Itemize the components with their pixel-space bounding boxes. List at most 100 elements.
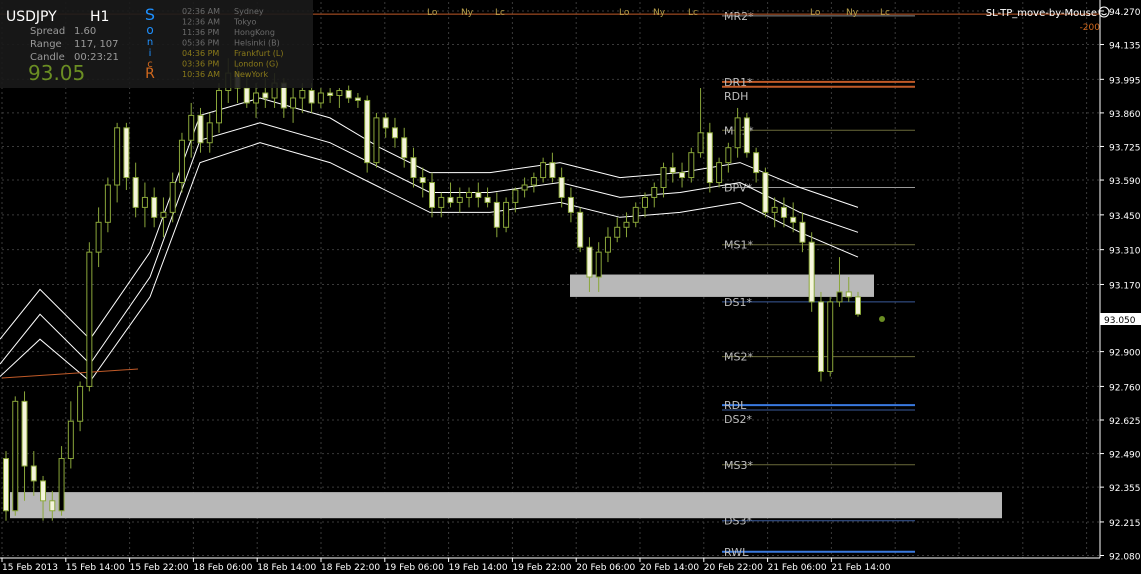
y-tick-label: 92.080 bbox=[1109, 553, 1141, 563]
price-chart[interactable]: MR2*DR1*RDHMR1*DPV*MS1*DS1*MS2*RDLDS2*MS… bbox=[0, 0, 1141, 574]
y-tick-label: 94.270 bbox=[1109, 8, 1141, 18]
sonic-letter: i bbox=[149, 48, 152, 59]
candle-body bbox=[188, 114, 195, 141]
candle-body bbox=[530, 177, 537, 186]
level-label: DS3* bbox=[724, 515, 752, 528]
candle-body bbox=[642, 196, 648, 208]
session-marker: Lo bbox=[427, 8, 438, 18]
y-tick-label: 92.900 bbox=[1109, 349, 1141, 359]
y-tick-label: 92.215 bbox=[1109, 519, 1141, 529]
session-time: 12:36 AM bbox=[182, 18, 220, 27]
x-tick-label: 20 Feb 14:00 bbox=[640, 563, 699, 573]
candle-body bbox=[679, 172, 686, 179]
x-tick-label: 15 Feb 14:00 bbox=[66, 563, 125, 573]
support-zone bbox=[10, 492, 1002, 519]
candle-body bbox=[141, 196, 148, 208]
candle-body bbox=[716, 162, 723, 184]
session-marker: Lc bbox=[688, 8, 698, 18]
candle-body bbox=[40, 480, 47, 502]
y-tick-label: 92.760 bbox=[1109, 383, 1141, 393]
session-name: Sydney bbox=[234, 7, 264, 16]
candle-body bbox=[123, 127, 130, 179]
session-name: Helsinki (B) bbox=[234, 39, 280, 48]
level-label: RWL bbox=[724, 546, 749, 559]
y-tick-label: 93.310 bbox=[1109, 247, 1141, 257]
candle-body bbox=[77, 385, 84, 422]
x-tick-label: 19 Feb 06:00 bbox=[385, 563, 444, 573]
spread-label: Spread bbox=[30, 26, 65, 37]
y-tick-label: 93.450 bbox=[1109, 212, 1141, 222]
candle-body bbox=[30, 465, 37, 482]
candle-body bbox=[780, 206, 787, 218]
candle-body bbox=[549, 162, 556, 179]
indicator-value: -200 bbox=[1080, 23, 1101, 33]
candle-body bbox=[95, 221, 102, 253]
candle-body bbox=[753, 152, 760, 174]
candle-body bbox=[577, 211, 584, 248]
candle-body bbox=[503, 201, 510, 228]
candle-body bbox=[160, 211, 167, 218]
candle-body bbox=[595, 251, 602, 278]
candle-body bbox=[49, 500, 56, 512]
candle-body bbox=[373, 117, 380, 164]
range-value: 117, 107 bbox=[74, 39, 119, 50]
candle-body bbox=[697, 132, 704, 154]
candle-body bbox=[586, 246, 593, 278]
candle-body bbox=[669, 167, 676, 174]
candle-body bbox=[151, 196, 158, 218]
candle-body bbox=[688, 152, 695, 179]
candle-body bbox=[762, 172, 769, 213]
session-name: HongKong bbox=[234, 28, 275, 37]
level-label: MS2* bbox=[724, 351, 753, 364]
y-tick-label: 93.170 bbox=[1109, 281, 1141, 291]
x-tick-label: 20 Feb 06:00 bbox=[576, 563, 635, 573]
session-name: NewYork bbox=[234, 70, 268, 79]
y-tick-label: 93.590 bbox=[1109, 177, 1141, 187]
candle-body bbox=[327, 92, 334, 96]
candle-body bbox=[493, 201, 500, 228]
candle-body bbox=[484, 196, 491, 203]
candle-body bbox=[262, 92, 269, 99]
x-tick-label: 18 Feb 22:00 bbox=[321, 563, 380, 573]
session-marker: Lc bbox=[880, 8, 890, 18]
candle-body bbox=[827, 301, 834, 373]
candle-body bbox=[104, 184, 111, 223]
candle-body bbox=[855, 296, 861, 315]
candle-body bbox=[243, 87, 250, 104]
x-tick-label: 19 Feb 22:00 bbox=[512, 563, 571, 573]
level-label: MS3* bbox=[724, 459, 753, 472]
candle-body bbox=[178, 139, 185, 184]
y-tick-label: 92.355 bbox=[1109, 484, 1141, 494]
candle-body bbox=[651, 186, 658, 198]
session-marker: Lc bbox=[495, 8, 505, 18]
y-tick-label: 93.725 bbox=[1109, 143, 1141, 153]
y-tick-label: 93.995 bbox=[1109, 76, 1141, 86]
session-marker: Ny bbox=[846, 8, 859, 18]
sonic-letter: R bbox=[145, 66, 155, 82]
session-time: 02:36 AM bbox=[182, 7, 220, 16]
current-price-large: 93.05 bbox=[28, 61, 85, 85]
session-time: 05:36 PM bbox=[182, 39, 219, 48]
candle-body bbox=[799, 221, 806, 243]
candle-body bbox=[790, 216, 797, 223]
session-marker: Ny bbox=[461, 8, 474, 18]
level-label: DPV* bbox=[724, 181, 753, 194]
session-time: 10:36 AM bbox=[182, 70, 220, 79]
price-marker-dot[interactable] bbox=[879, 316, 885, 322]
x-tick-label: 20 Feb 22:00 bbox=[704, 563, 763, 573]
session-time: 03:36 PM bbox=[182, 60, 219, 69]
candle-body bbox=[114, 127, 121, 186]
x-tick-label: 15 Feb 2013 bbox=[2, 563, 58, 573]
candle-body bbox=[614, 226, 621, 238]
candle-body bbox=[253, 92, 260, 104]
session-marker: Lo bbox=[619, 8, 630, 18]
session-time: 04:36 PM bbox=[182, 49, 219, 58]
candle-body bbox=[540, 162, 547, 179]
level-label: MS1* bbox=[724, 239, 753, 252]
candle-body bbox=[743, 117, 750, 154]
timeframe-label: H1 bbox=[90, 9, 109, 25]
session-name: Frankfurt (L) bbox=[234, 49, 283, 58]
candle-body bbox=[604, 236, 611, 253]
candle-body bbox=[447, 196, 454, 203]
candle-body bbox=[734, 117, 741, 149]
